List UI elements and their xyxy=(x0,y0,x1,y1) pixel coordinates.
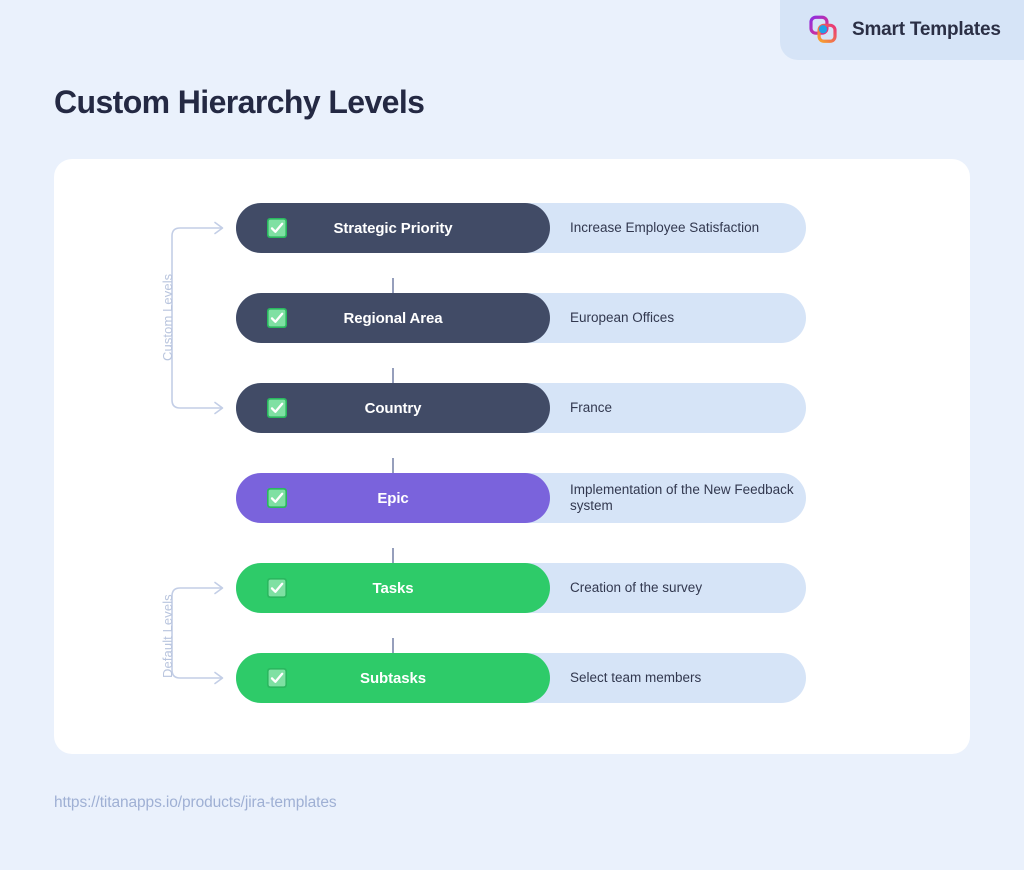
row-level-pill[interactable]: Country xyxy=(236,383,550,433)
smart-templates-logo-icon xyxy=(808,15,838,45)
row-level-label: Regional Area xyxy=(288,310,550,327)
row-level-pill[interactable]: Strategic Priority xyxy=(236,203,550,253)
hierarchy-card: Custom Levels Default Levels Increase Em… xyxy=(54,159,970,754)
row-level-label: Country xyxy=(288,400,550,417)
checkbox-checked-icon[interactable] xyxy=(266,487,288,509)
row-level-label: Strategic Priority xyxy=(288,220,550,237)
checkbox-checked-icon[interactable] xyxy=(266,577,288,599)
checkbox-checked-icon[interactable] xyxy=(266,217,288,239)
checkbox-checked-icon[interactable] xyxy=(266,307,288,329)
row-description-text: France xyxy=(570,400,794,416)
row-level-pill[interactable]: Epic xyxy=(236,473,550,523)
row-description-text: Increase Employee Satisfaction xyxy=(570,220,794,236)
row-level-label: Epic xyxy=(288,490,550,507)
row-description-text: Creation of the survey xyxy=(570,580,794,596)
footer-url[interactable]: https://titanapps.io/products/jira-templ… xyxy=(54,794,337,812)
page-title: Custom Hierarchy Levels xyxy=(54,84,424,121)
hierarchy-row-subtasks[interactable]: Select team members Subtasks xyxy=(236,653,806,703)
row-description-text: Select team members xyxy=(570,670,794,686)
hierarchy-row-strategic-priority[interactable]: Increase Employee Satisfaction Strategic… xyxy=(236,203,806,253)
checkbox-checked-icon[interactable] xyxy=(266,397,288,419)
row-level-pill[interactable]: Tasks xyxy=(236,563,550,613)
hierarchy-row-country[interactable]: France Country xyxy=(236,383,806,433)
hierarchy-row-epic[interactable]: Implementation of the New Feedback syste… xyxy=(236,473,806,523)
hierarchy-diagram: Custom Levels Default Levels Increase Em… xyxy=(54,159,970,754)
row-level-pill[interactable]: Regional Area xyxy=(236,293,550,343)
row-level-label: Tasks xyxy=(288,580,550,597)
brand-badge: Smart Templates xyxy=(780,0,1024,60)
row-level-pill[interactable]: Subtasks xyxy=(236,653,550,703)
brand-name: Smart Templates xyxy=(852,19,1001,41)
hierarchy-row-regional-area[interactable]: European Offices Regional Area xyxy=(236,293,806,343)
checkbox-checked-icon[interactable] xyxy=(266,667,288,689)
row-description-text: European Offices xyxy=(570,310,794,326)
row-description-text: Implementation of the New Feedback syste… xyxy=(570,482,794,514)
row-level-label: Subtasks xyxy=(288,670,550,687)
group-label-custom-levels: Custom Levels xyxy=(160,274,175,361)
hierarchy-row-tasks[interactable]: Creation of the survey Tasks xyxy=(236,563,806,613)
group-label-default-levels: Default Levels xyxy=(160,594,175,678)
